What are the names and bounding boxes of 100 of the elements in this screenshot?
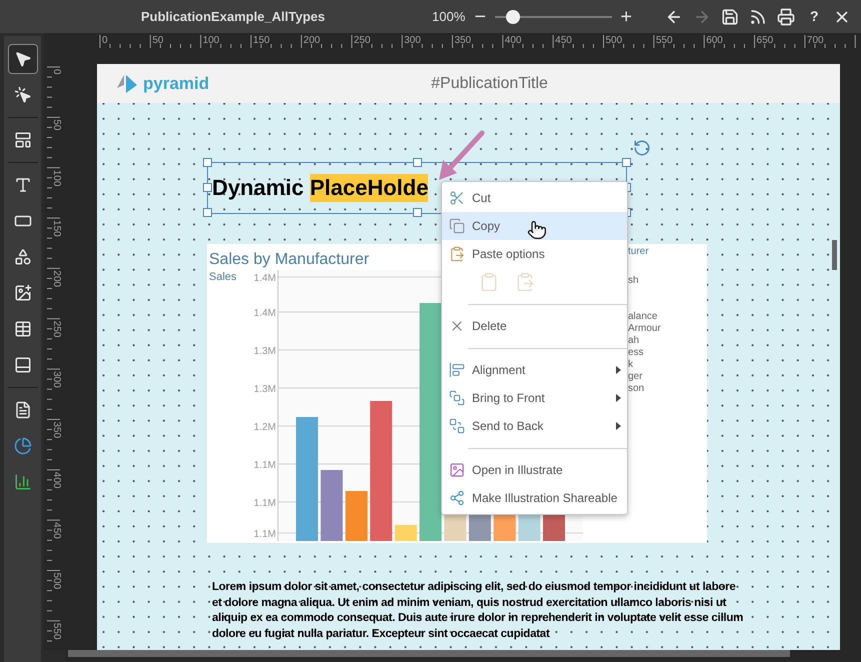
ruler-label: 250 <box>51 320 62 338</box>
ruler-label: 0 <box>51 69 62 75</box>
ruler-label: 150 <box>51 220 62 237</box>
printer-icon <box>777 8 796 26</box>
legend-label: alance <box>628 311 658 323</box>
ruler-label: 400 <box>51 472 62 488</box>
ruler-label: 200 <box>303 35 320 46</box>
bar-chart-icon <box>14 473 32 491</box>
resize-handle[interactable] <box>203 158 212 167</box>
menu-item[interactable]: Delete <box>442 312 627 340</box>
help-button[interactable]: ? <box>804 6 824 27</box>
legend-label: k <box>628 359 634 371</box>
scrollbar-thumb[interactable] <box>68 650 790 657</box>
legend-label: Armour <box>628 323 661 335</box>
pie-chart-icon <box>14 437 32 455</box>
arrow-annotation <box>437 130 487 182</box>
resize-handle[interactable] <box>203 183 212 192</box>
legend-label: ess <box>628 347 645 359</box>
axis-tick-label: 1.3M <box>254 384 276 395</box>
zoom-reading: 100% <box>432 8 466 26</box>
menu-item[interactable]: Paste options <box>442 240 627 268</box>
ruler-label: 550 <box>51 622 62 640</box>
clipboard-icon <box>449 246 465 262</box>
picture-icon <box>449 462 465 478</box>
ruler-label: 400 <box>504 35 522 46</box>
feed-icon <box>749 8 768 26</box>
ruler-label: 500 <box>606 35 622 46</box>
legend-label: sh <box>628 275 640 287</box>
copy-icon <box>449 218 465 234</box>
image-icon <box>14 284 32 302</box>
body-paragraph: Lorem ipsum dolor sit amet, consectetur adipiscing elit, sed do eiusmod tempor incididunt ut labore et dolore magna aliqua. Ut enim ad minim veniam, quis nostrud exercitation ullamco laboris nisi ut aliquip ex ea commodo consequat. Duis aute irure dolor in reprehenderit in voluptate velit esse cillum dolore eu fugiat nulla pariatur. Excepteur sint occaecat cupidatat <box>212 580 744 642</box>
menu-item[interactable]: Copy <box>442 212 627 240</box>
ruler-label: 350 <box>454 35 472 46</box>
menu-item[interactable]: Cut <box>442 184 627 212</box>
scissors-icon <box>449 190 465 206</box>
ruler-label: 50 <box>51 119 62 130</box>
submenu-arrow-icon <box>616 394 621 402</box>
scrollbar-thumb[interactable] <box>832 240 837 270</box>
ruler-label: 300 <box>51 371 62 388</box>
rotate-icon[interactable] <box>633 139 651 157</box>
axis-tick-label: 1.2M <box>254 422 276 433</box>
ruler-label: 650 <box>756 35 774 46</box>
save-button[interactable] <box>720 6 740 26</box>
send-back-icon <box>449 418 465 434</box>
ruler-label: 100 <box>202 35 220 46</box>
table-icon <box>14 320 32 338</box>
menu-item[interactable]: Alignment <box>442 356 627 384</box>
zoom-in-button[interactable]: + <box>616 6 636 26</box>
ruler-label: 450 <box>555 35 572 46</box>
shapes-icon <box>14 248 32 266</box>
panel-icon <box>14 356 32 374</box>
text-icon <box>14 176 32 194</box>
window-title: PublicationExample_AllTypes <box>141 8 325 24</box>
resize-handle[interactable] <box>413 158 422 167</box>
axis-title: Sales <box>209 270 237 285</box>
zoom-slider[interactable] <box>495 10 612 24</box>
heading-text: Dynamic <box>212 174 305 202</box>
menu-item[interactable]: Make Illustration Shareable <box>442 484 627 512</box>
submenu-arrow-icon <box>616 366 621 374</box>
alignment-icon <box>449 362 465 378</box>
highlighted-text: PlaceHolde <box>310 174 428 202</box>
bar <box>345 491 368 541</box>
axis-tick-label: 1.1M <box>254 529 276 540</box>
ruler-label: 500 <box>51 572 62 590</box>
ruler-label: 700 <box>806 35 824 46</box>
ruler-label: 450 <box>51 522 62 539</box>
ruler-label: 250 <box>354 35 370 46</box>
legend-label: son <box>628 383 646 395</box>
menu-item[interactable]: Send to Back <box>442 412 627 440</box>
tool-button[interactable] <box>8 44 38 74</box>
save-icon <box>721 8 740 26</box>
resize-handle[interactable] <box>413 208 422 217</box>
legend-label: ger <box>628 371 644 383</box>
legend-title: turer <box>628 246 650 258</box>
ruler-label: 50 <box>152 35 164 46</box>
slider-thumb[interactable] <box>506 10 520 24</box>
legend-label: ah <box>628 335 640 347</box>
bar <box>394 525 417 541</box>
bring-front-icon <box>449 390 465 406</box>
ruler-label: 150 <box>253 35 270 46</box>
ruler-label: 550 <box>656 35 673 46</box>
axis-tick-label: 1.4M <box>254 273 276 284</box>
bar <box>320 470 343 541</box>
axis-tick-label: 1.1M <box>254 498 276 509</box>
ruler-label: 300 <box>404 35 421 46</box>
ruler-label: 600 <box>706 35 723 46</box>
layout-icon <box>14 131 32 149</box>
printer-button[interactable] <box>776 6 796 26</box>
menu-item[interactable]: Open in Illustrate <box>442 456 627 484</box>
resize-handle[interactable] <box>622 158 631 167</box>
menu-item[interactable]: Bring to Front <box>442 384 627 412</box>
pointer-icon <box>14 50 32 68</box>
axis-tick-label: 1.1M <box>254 460 276 471</box>
share-icon <box>449 490 465 506</box>
ruler-label: 100 <box>51 170 62 186</box>
publication-title: #PublicationTitle <box>431 74 548 94</box>
chart-title: Sales by Manufacturer <box>209 250 370 270</box>
resize-handle[interactable] <box>203 208 212 217</box>
pointer-icon <box>14 86 32 104</box>
zoom-out-button[interactable]: − <box>471 6 490 26</box>
